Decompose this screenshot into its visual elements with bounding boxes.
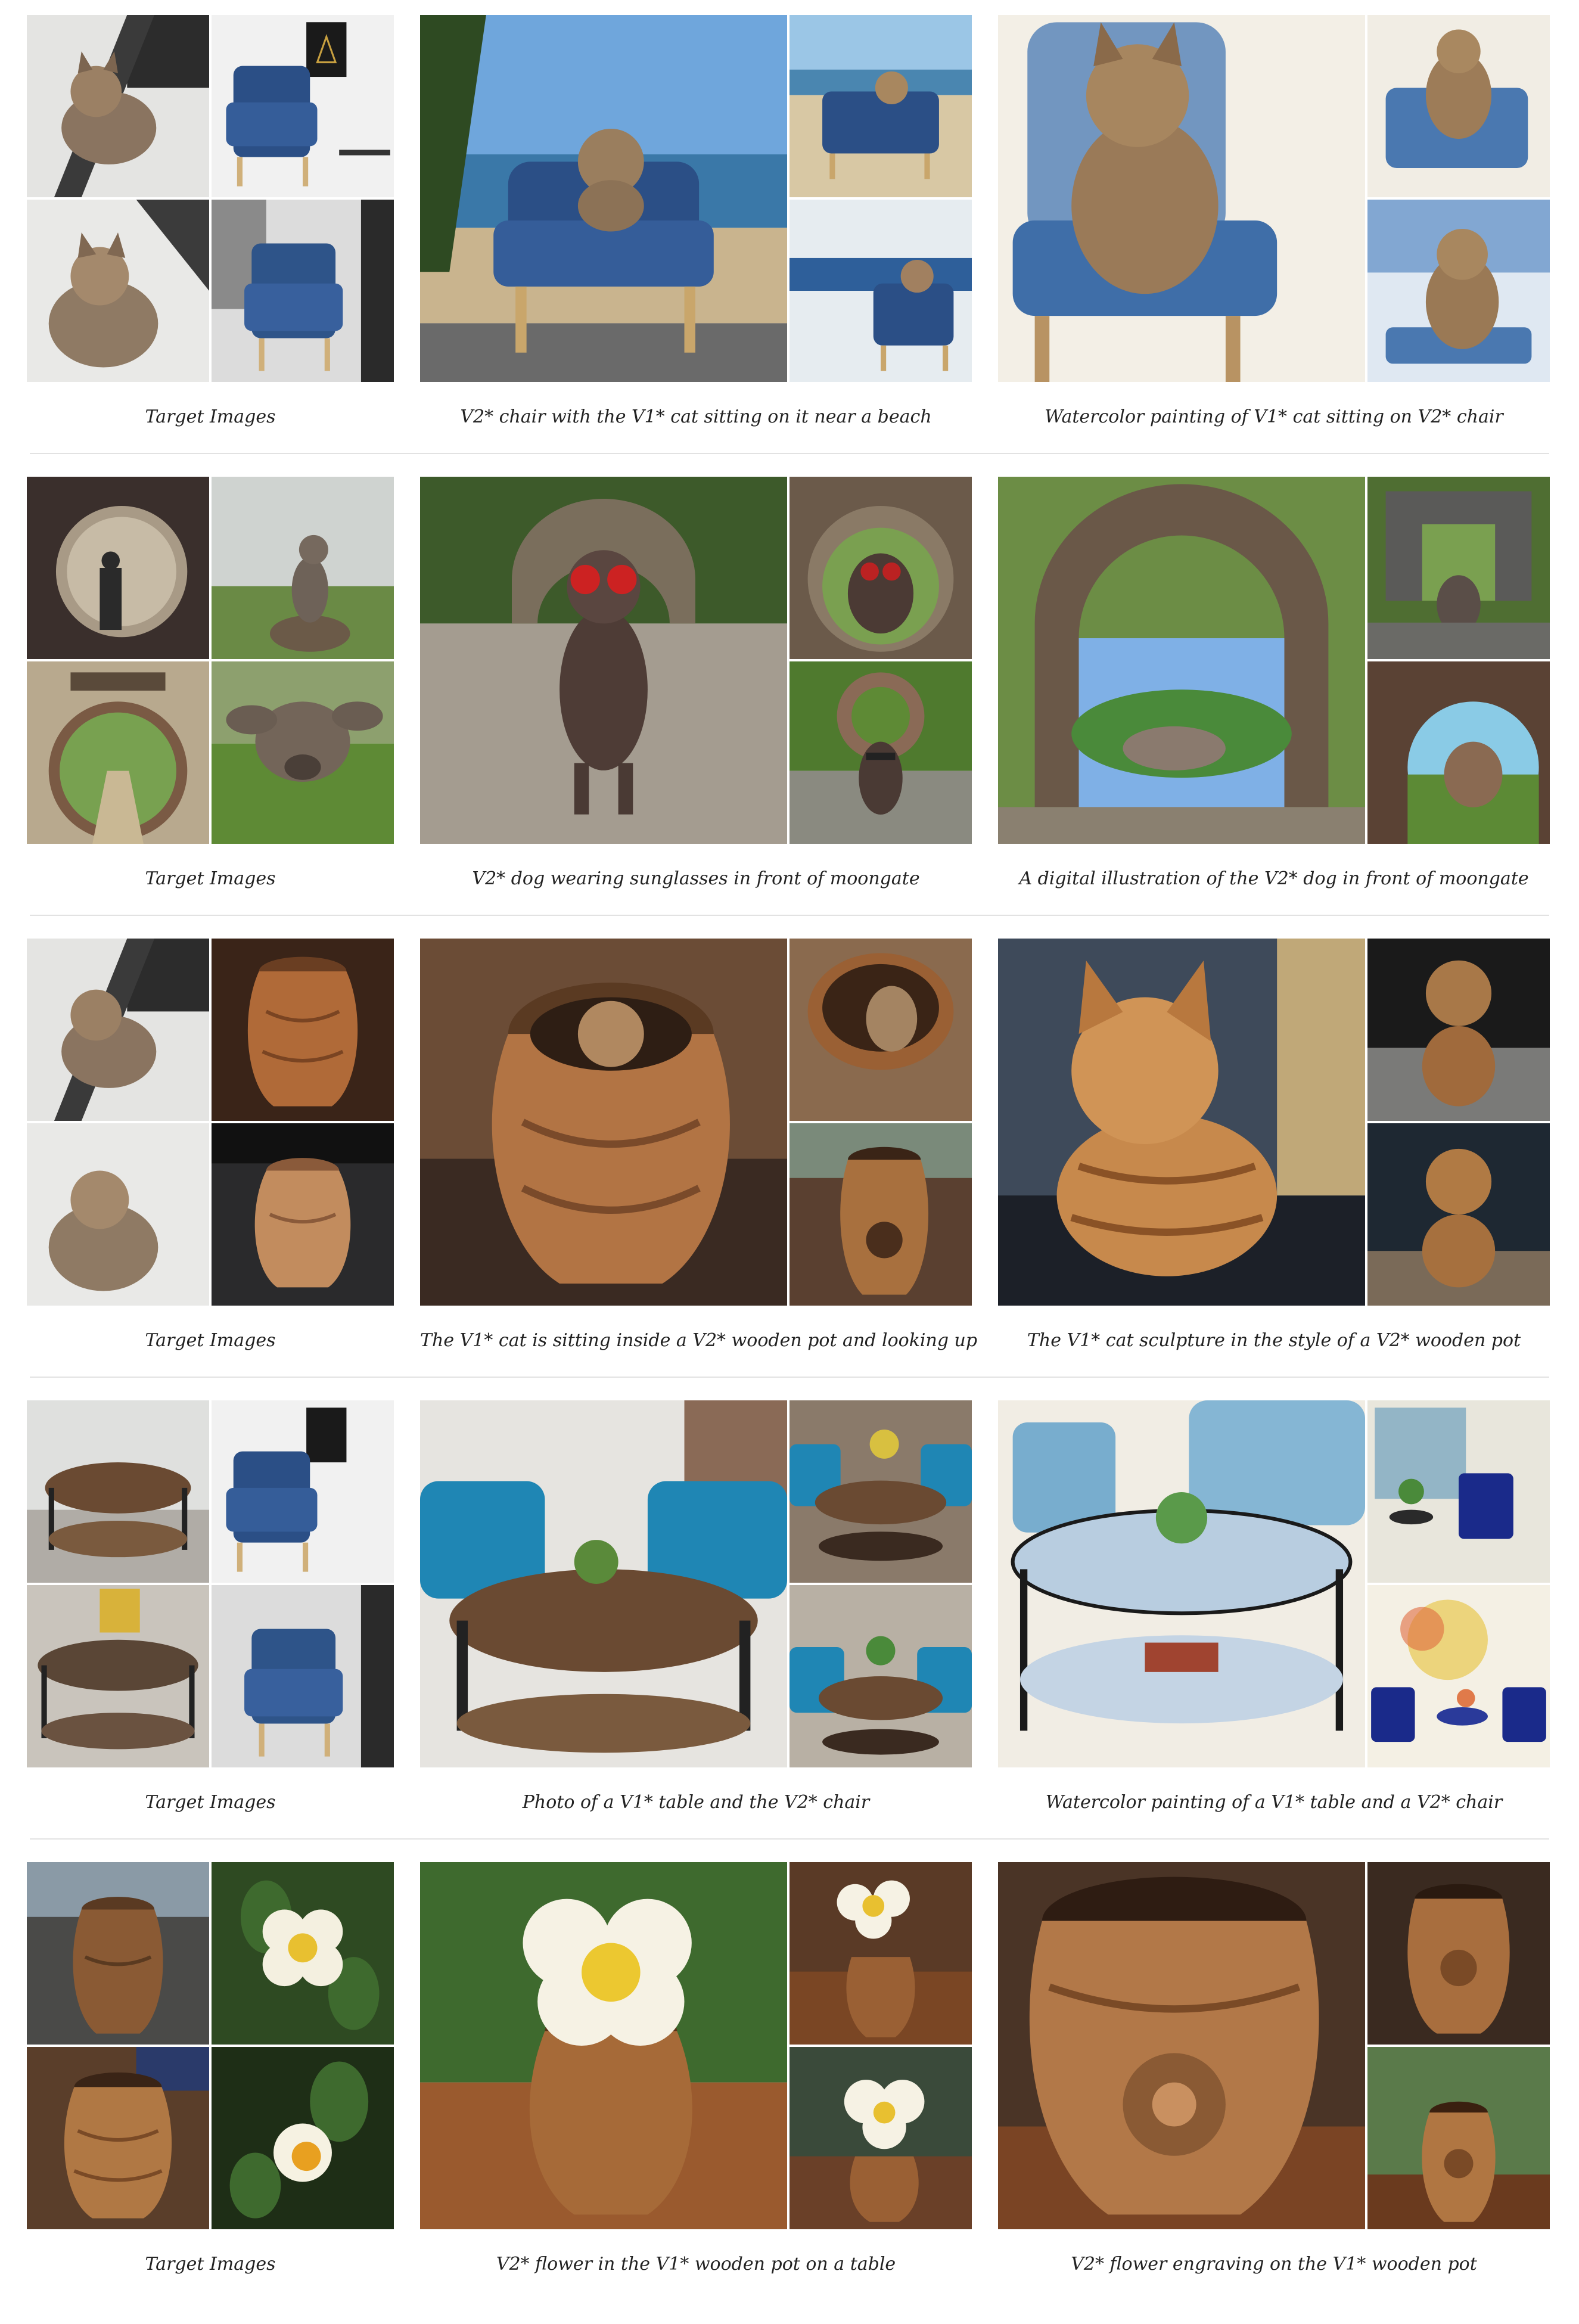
generated-image-small — [1367, 1123, 1550, 1306]
target-image-chair — [212, 200, 394, 382]
generated-image-small — [790, 1400, 972, 1583]
target-image-wooden-pot — [27, 2047, 209, 2229]
figure-grid: Target Images V2* chair with the V1* cat… — [0, 0, 1579, 2297]
target-image-chair — [212, 15, 394, 197]
target-caption: Target Images — [145, 868, 276, 889]
target-image-cat — [27, 200, 209, 382]
generated-caption: A digital illustration of the V2* dog in… — [1019, 868, 1529, 889]
generated-images-panel — [998, 15, 1550, 382]
generated-caption: The V1* cat is sitting inside a V2* wood… — [420, 1330, 978, 1351]
generated-image-main — [998, 477, 1365, 844]
target-image-dog — [212, 477, 394, 659]
row-cat-pot: Target Images The V1* cat is sitting ins… — [0, 939, 1579, 1400]
generated-image-small — [1367, 200, 1550, 382]
generated-images-panel — [420, 1862, 972, 2229]
generated-caption: Watercolor painting of a V1* table and a… — [1045, 1792, 1503, 1813]
generated-image-small — [790, 939, 972, 1121]
generated-caption: The V1* cat sculpture in the style of a … — [1027, 1330, 1521, 1351]
target-images-panel — [27, 477, 394, 844]
target-image-flower — [212, 2047, 394, 2229]
generated-caption: V2* flower in the V1* wooden pot on a ta… — [496, 2254, 896, 2275]
target-images-panel — [27, 1862, 394, 2229]
generated-image-main — [998, 939, 1365, 1306]
row-cat-chair: Target Images V2* chair with the V1* cat… — [0, 15, 1579, 477]
target-caption: Target Images — [145, 2254, 276, 2275]
generated-image-small — [790, 661, 972, 844]
target-image-chair — [212, 1585, 394, 1767]
generated-caption: V2* dog wearing sunglasses in front of m… — [472, 868, 920, 889]
generated-images-panel — [998, 1862, 1550, 2229]
generated-image-small — [790, 1123, 972, 1306]
generated-images-panel — [998, 477, 1550, 844]
generated-image-main — [420, 15, 787, 382]
generated-image-small — [1367, 15, 1550, 197]
generated-image-main — [420, 1400, 787, 1767]
target-image-cat — [27, 939, 209, 1121]
generated-image-small — [790, 1862, 972, 2045]
generated-caption: V2* flower engraving on the V1* wooden p… — [1071, 2254, 1477, 2275]
generated-image-main — [998, 15, 1365, 382]
generated-caption: Watercolor painting of V1* cat sitting o… — [1045, 406, 1503, 427]
generated-image-small — [790, 15, 972, 197]
row-flower-pot: Target Images V2* flower in the V1* wood… — [0, 1862, 1579, 2324]
row-dog-moongate: Target Images V2* dog wearing sunglasses… — [0, 477, 1579, 939]
target-image-wooden-pot — [27, 1862, 209, 2045]
generated-image-small — [1367, 661, 1550, 844]
generated-images-panel — [998, 939, 1550, 1306]
row-divider — [30, 453, 1549, 454]
target-image-cat — [27, 15, 209, 197]
generated-image-small — [790, 477, 972, 659]
target-image-table — [27, 1585, 209, 1767]
generated-image-small — [1367, 1585, 1550, 1767]
target-image-dog — [212, 661, 394, 844]
target-image-wooden-pot — [212, 1123, 394, 1306]
generated-image-main — [998, 1862, 1365, 2229]
target-caption: Target Images — [145, 406, 276, 427]
generated-image-small — [790, 200, 972, 382]
generated-images-panel — [420, 477, 972, 844]
target-image-chair — [212, 1400, 394, 1583]
generated-image-main — [998, 1400, 1365, 1767]
generated-image-small — [1367, 1862, 1550, 2045]
target-images-panel — [27, 939, 394, 1306]
target-caption: Target Images — [145, 1330, 276, 1351]
generated-image-small — [790, 1585, 972, 1767]
target-image-wooden-pot — [212, 939, 394, 1121]
target-images-panel — [27, 15, 394, 382]
row-table-chair: Target Images Photo of a V1* table and t… — [0, 1400, 1579, 1862]
generated-images-panel — [420, 15, 972, 382]
row-divider — [30, 1838, 1549, 1840]
generated-images-panel — [998, 1400, 1550, 1767]
target-image-cat — [27, 1123, 209, 1306]
generated-image-small — [1367, 477, 1550, 659]
generated-caption: Photo of a V1* table and the V2* chair — [522, 1792, 870, 1813]
generated-image-main — [420, 477, 787, 844]
generated-images-panel — [420, 939, 972, 1306]
generated-image-main — [420, 939, 787, 1306]
target-caption: Target Images — [145, 1792, 276, 1813]
generated-image-small — [1367, 1400, 1550, 1583]
target-image-moongate — [27, 661, 209, 844]
generated-images-panel — [420, 1400, 972, 1767]
generated-image-small — [1367, 939, 1550, 1121]
row-divider — [30, 1377, 1549, 1378]
generated-image-small — [790, 2047, 972, 2229]
target-images-panel — [27, 1400, 394, 1767]
generated-image-small — [1367, 2047, 1550, 2229]
target-image-moongate — [27, 477, 209, 659]
target-image-table — [27, 1400, 209, 1583]
generated-caption: V2* chair with the V1* cat sitting on it… — [460, 406, 932, 427]
generated-image-main — [420, 1862, 787, 2229]
target-image-flower — [212, 1862, 394, 2045]
row-divider — [30, 915, 1549, 916]
